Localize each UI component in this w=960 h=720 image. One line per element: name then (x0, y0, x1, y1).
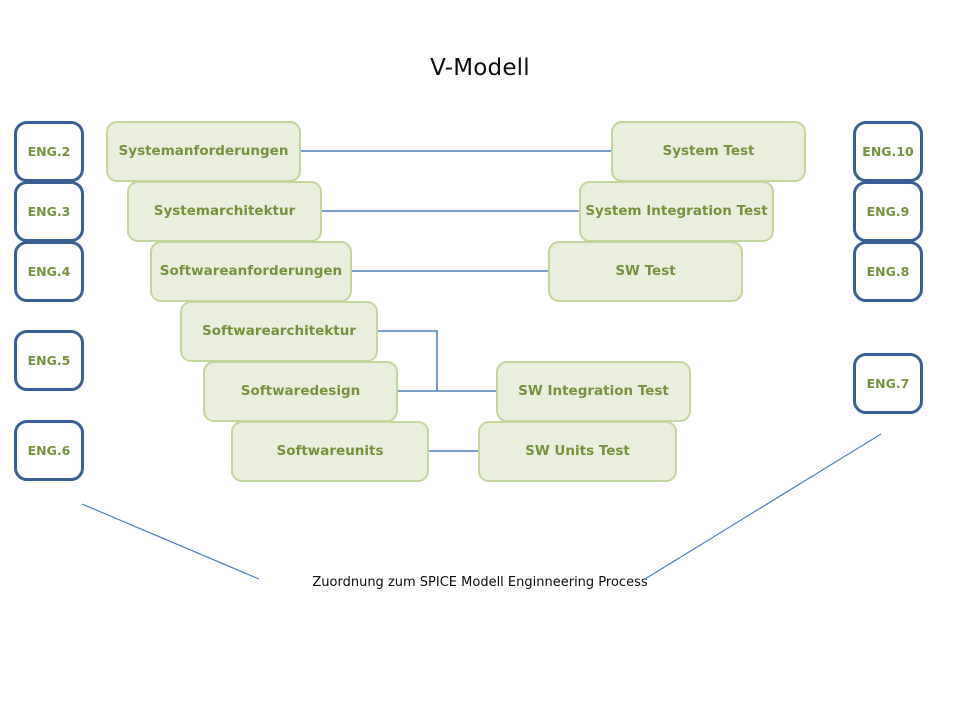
eng-box-label: ENG.6 (27, 443, 71, 458)
stage-box-softwaredesign[interactable]: Softwaredesign (203, 361, 398, 422)
stage-box-softwareanforderungen[interactable]: Softwareanforderungen (150, 241, 352, 302)
eng-box-label: ENG.7 (866, 376, 910, 391)
stage-box-label: Systemanforderungen (118, 143, 289, 160)
stage-box-label: SW Test (615, 263, 676, 280)
stage-box-sw-test[interactable]: SW Test (548, 241, 743, 302)
stage-box-systemarchitektur[interactable]: Systemarchitektur (127, 181, 322, 242)
v-model-diagram-canvas: V-Modell ENG.2 ENG.3 ENG.4 ENG.5 ENG.6 E… (0, 0, 960, 720)
stage-box-softwareunits[interactable]: Softwareunits (231, 421, 429, 482)
eng-box-eng2[interactable]: ENG.2 (14, 121, 84, 182)
stage-box-sw-integration-test[interactable]: SW Integration Test (496, 361, 691, 422)
stage-box-systemanforderungen[interactable]: Systemanforderungen (106, 121, 301, 182)
stage-box-system-test[interactable]: System Test (611, 121, 806, 182)
eng-box-eng7[interactable]: ENG.7 (853, 353, 923, 414)
eng-box-label: ENG.9 (866, 204, 910, 219)
stage-box-sw-units-test[interactable]: SW Units Test (478, 421, 677, 482)
stage-box-label: Softwarearchitektur (201, 323, 357, 340)
eng-box-label: ENG.10 (862, 144, 914, 159)
eng-box-eng10[interactable]: ENG.10 (853, 121, 923, 182)
stage-box-softwarearchitektur[interactable]: Softwarearchitektur (180, 301, 378, 362)
connector-layer (81, 150, 882, 580)
stage-box-label: SW Integration Test (518, 383, 669, 400)
eng-box-label: ENG.8 (866, 264, 910, 279)
stage-box-label: System Test (662, 143, 755, 160)
eng-box-label: ENG.4 (27, 264, 71, 279)
eng-box-eng6[interactable]: ENG.6 (14, 420, 84, 481)
eng-box-eng4[interactable]: ENG.4 (14, 241, 84, 302)
eng-box-label: ENG.3 (27, 204, 71, 219)
page-title: V-Modell (430, 55, 530, 81)
stage-box-system-integration-test[interactable]: System Integration Test (579, 181, 774, 242)
diagram-caption: Zuordnung zum SPICE Modell Enginneering … (312, 575, 648, 590)
stage-box-label: System Integration Test (585, 203, 768, 220)
stage-box-label: SW Units Test (525, 443, 630, 460)
stage-box-label: Softwareunits (276, 443, 384, 460)
eng-box-eng9[interactable]: ENG.9 (853, 181, 923, 242)
stage-box-label: Softwaredesign (240, 383, 361, 400)
caption-leader-left (81, 503, 260, 580)
eng-box-label: ENG.2 (27, 144, 71, 159)
stage-box-label: Systemarchitektur (153, 203, 296, 220)
eng-box-label: ENG.5 (27, 353, 71, 368)
eng-box-eng5[interactable]: ENG.5 (14, 330, 84, 391)
eng-box-eng3[interactable]: ENG.3 (14, 181, 84, 242)
stage-box-label: Softwareanforderungen (159, 263, 343, 280)
caption-leader-right (644, 433, 882, 580)
eng-box-eng8[interactable]: ENG.8 (853, 241, 923, 302)
